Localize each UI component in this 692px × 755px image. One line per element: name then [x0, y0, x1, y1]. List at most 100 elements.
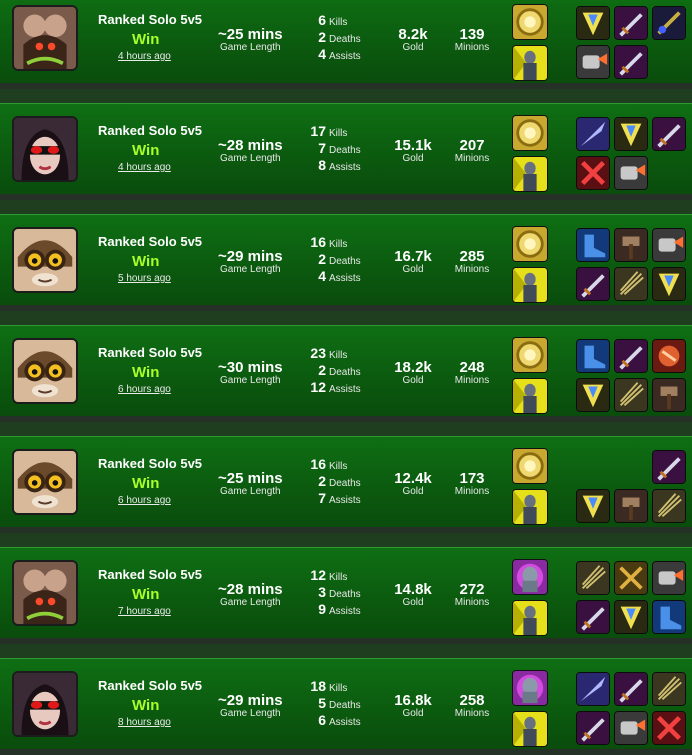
dagger-item-icon[interactable] [652, 6, 686, 40]
deaths-value: 2 [318, 29, 326, 45]
amulet-item-icon[interactable] [576, 6, 610, 40]
deaths-stat: 3 Deaths [300, 584, 370, 602]
gauntlet-item-icon[interactable] [652, 561, 686, 595]
minions-label: Minions [454, 708, 490, 719]
minions-value: 248 [459, 359, 485, 376]
crossed-blades-item-icon[interactable] [614, 561, 648, 595]
time-ago[interactable]: 4 hours ago [118, 162, 171, 173]
gold-label: Gold [402, 375, 424, 386]
claw-item-icon[interactable] [614, 378, 648, 412]
boots-item-icon[interactable] [652, 600, 686, 634]
assists-value: 12 [310, 379, 326, 395]
assists-stat: 4 Assists [300, 268, 370, 286]
flash-spell-icon[interactable] [512, 115, 548, 151]
deaths-stat: 2 Deaths [300, 473, 370, 491]
hammer-item-icon[interactable] [614, 228, 648, 262]
deaths-label: Deaths [329, 589, 361, 600]
hammer-item-icon[interactable] [614, 489, 648, 523]
sword-item-icon[interactable] [652, 450, 686, 484]
sword-item-icon[interactable] [652, 117, 686, 151]
blade-item-icon[interactable] [576, 672, 610, 706]
champion-portrait[interactable] [12, 227, 78, 293]
flash-spell-icon[interactable] [512, 4, 548, 40]
time-ago[interactable]: 8 hours ago [118, 717, 171, 728]
time-ago[interactable]: 4 hours ago [118, 51, 171, 62]
boots-item-icon[interactable] [576, 228, 610, 262]
ghost-spell-icon[interactable] [512, 378, 548, 414]
match-result: Win [132, 142, 160, 159]
sword-item-icon[interactable] [614, 6, 648, 40]
champion-portrait[interactable] [12, 338, 78, 404]
claw-item-icon[interactable] [652, 489, 686, 523]
boots-item-icon[interactable] [576, 339, 610, 373]
ghost-spell-icon[interactable] [512, 45, 548, 81]
champion-portrait[interactable] [12, 5, 78, 71]
match-result: Win [132, 31, 160, 48]
gold-label: Gold [402, 42, 424, 53]
champion-portrait[interactable] [12, 449, 78, 515]
gauntlet-item-icon[interactable] [614, 156, 648, 190]
time-ago[interactable]: 6 hours ago [118, 495, 171, 506]
sword-item-icon[interactable] [614, 45, 648, 79]
time-ago[interactable]: 6 hours ago [118, 384, 171, 395]
deaths-stat: 2 Deaths [300, 251, 370, 269]
flash-spell-icon[interactable] [512, 448, 548, 484]
match-row[interactable]: Ranked Solo 5v5 Win 6 hours ago ~25 mins Gam… [0, 436, 692, 533]
gauntlet-item-icon[interactable] [614, 711, 648, 745]
match-row[interactable]: Ranked Solo 5v5 Win 4 hours ago ~25 mins Gam… [0, 0, 692, 89]
kills-value: 12 [310, 567, 326, 583]
hammer-item-icon[interactable] [652, 378, 686, 412]
blade-item-icon[interactable] [576, 117, 610, 151]
time-ago[interactable]: 5 hours ago [118, 273, 171, 284]
assists-label: Assists [329, 717, 361, 728]
gold-label: Gold [402, 153, 424, 164]
bow-item-icon[interactable] [652, 711, 686, 745]
champion-portrait[interactable] [12, 671, 78, 737]
flash-spell-icon[interactable] [512, 226, 548, 262]
champion-portrait[interactable] [12, 116, 78, 182]
ghost-spell-icon[interactable] [512, 267, 548, 303]
cleanse-spell-icon[interactable] [512, 559, 548, 595]
time-ago[interactable]: 7 hours ago [118, 606, 171, 617]
sword-item-icon[interactable] [614, 672, 648, 706]
amulet-item-icon[interactable] [652, 267, 686, 301]
claw-item-icon[interactable] [614, 267, 648, 301]
sword-item-icon[interactable] [614, 339, 648, 373]
assists-stat: 4 Assists [300, 46, 370, 64]
amulet-item-icon[interactable] [614, 600, 648, 634]
fist-item-icon[interactable] [652, 339, 686, 373]
flash-spell-icon[interactable] [512, 337, 548, 373]
game-length-label: Game Length [220, 42, 281, 53]
claw-item-icon[interactable] [652, 672, 686, 706]
sword-item-icon[interactable] [576, 711, 610, 745]
assists-stat: 8 Assists [300, 157, 370, 175]
match-row[interactable]: Ranked Solo 5v5 Win 4 hours ago ~28 mins Gam… [0, 103, 692, 200]
match-row[interactable]: Ranked Solo 5v5 Win 8 hours ago ~29 mins Gam… [0, 658, 692, 755]
champion-portrait[interactable] [12, 560, 78, 626]
amulet-item-icon[interactable] [576, 489, 610, 523]
ghost-spell-icon[interactable] [512, 711, 548, 747]
match-row[interactable]: Ranked Solo 5v5 Win 5 hours ago ~29 mins Gam… [0, 214, 692, 311]
bow-item-icon[interactable] [576, 156, 610, 190]
kills-stat: 23 Kills [300, 345, 370, 363]
match-result: Win [132, 586, 160, 603]
ghost-spell-icon[interactable] [512, 600, 548, 636]
kills-label: Kills [329, 350, 348, 361]
minions-label: Minions [454, 486, 490, 497]
queue-type: Ranked Solo 5v5 [98, 123, 203, 138]
ghost-spell-icon[interactable] [512, 156, 548, 192]
cleanse-spell-icon[interactable] [512, 670, 548, 706]
sword-item-icon[interactable] [576, 600, 610, 634]
gauntlet-item-icon[interactable] [652, 228, 686, 262]
sword-item-icon[interactable] [576, 267, 610, 301]
match-row[interactable]: Ranked Solo 5v5 Win 7 hours ago ~28 mins Gam… [0, 547, 692, 644]
match-row[interactable]: Ranked Solo 5v5 Win 6 hours ago ~30 mins Gam… [0, 325, 692, 422]
amulet-item-icon[interactable] [576, 378, 610, 412]
claw-item-icon[interactable] [576, 561, 610, 595]
queue-type: Ranked Solo 5v5 [98, 456, 203, 471]
game-length-value: ~25 mins [218, 470, 283, 487]
ghost-spell-icon[interactable] [512, 489, 548, 525]
amulet-item-icon[interactable] [614, 117, 648, 151]
gauntlet-item-icon[interactable] [576, 45, 610, 79]
minions-value: 139 [459, 26, 485, 43]
